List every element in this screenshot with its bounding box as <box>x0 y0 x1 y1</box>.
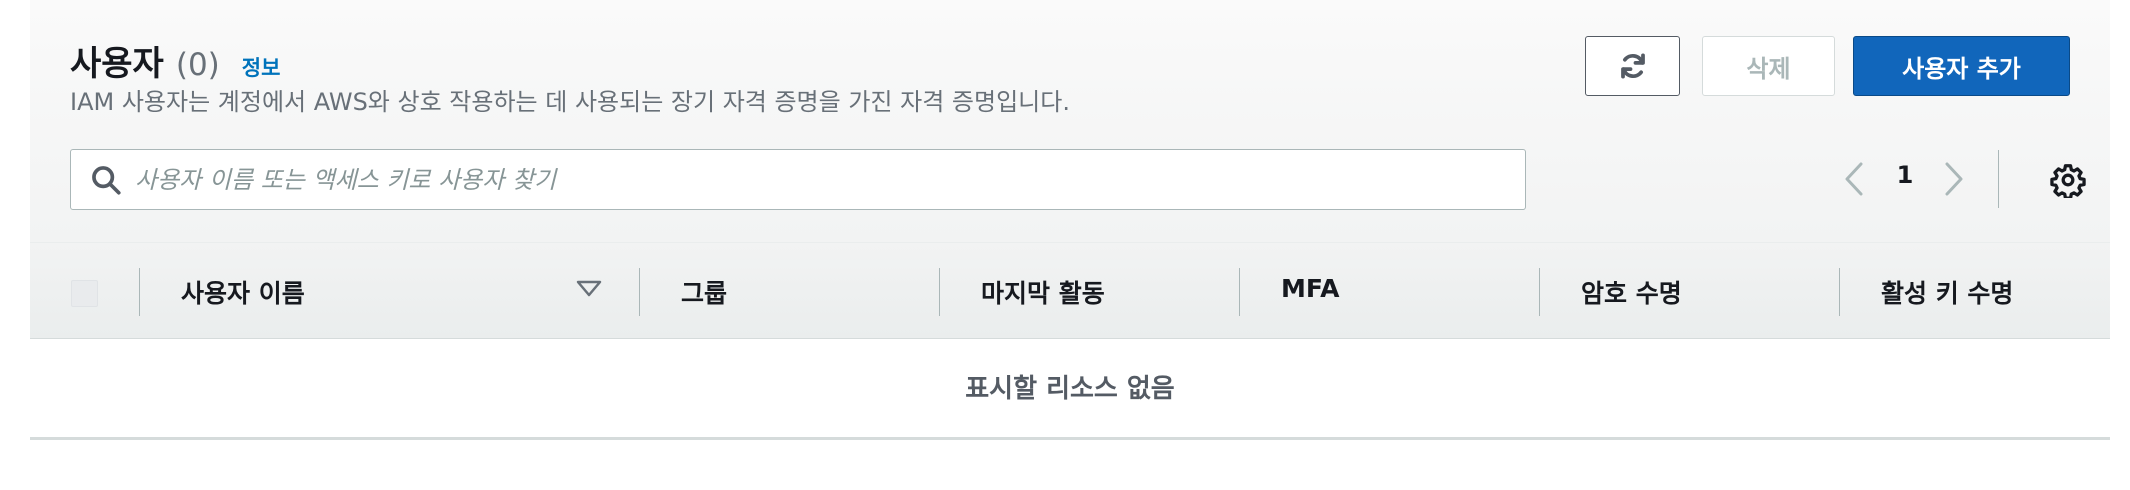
column-separator <box>1239 268 1240 316</box>
column-header-last-activity[interactable]: 마지막 활동 <box>981 274 1105 310</box>
sort-descending-icon[interactable] <box>575 279 603 299</box>
add-user-button[interactable]: 사용자 추가 <box>1853 36 2070 96</box>
column-separator <box>639 268 640 316</box>
table-bottom-border <box>30 437 2110 440</box>
page-description: IAM 사용자는 계정에서 AWS와 상호 작용하는 데 사용되는 장기 자격 … <box>70 88 1070 116</box>
column-header-user-name[interactable]: 사용자 이름 <box>181 274 305 310</box>
column-header-active-key-age[interactable]: 활성 키 수명 <box>1881 274 2013 310</box>
empty-table-message: 표시할 리소스 없음 <box>965 374 1175 404</box>
select-all-checkbox[interactable] <box>71 280 98 307</box>
next-page-button[interactable] <box>1938 159 1970 199</box>
column-header-password-age[interactable]: 암호 수명 <box>1581 274 1682 310</box>
gear-icon <box>2050 162 2086 198</box>
settings-button[interactable] <box>2048 160 2088 200</box>
search-icon <box>89 163 123 197</box>
page-title: 사용자 <box>70 44 164 84</box>
column-separator <box>1539 268 1540 316</box>
column-header-groups[interactable]: 그룹 <box>681 274 727 310</box>
chevron-right-icon <box>1943 161 1965 197</box>
column-header-mfa[interactable]: MFA <box>1281 274 1339 303</box>
page-number[interactable]: 1 <box>1890 161 1920 189</box>
refresh-icon <box>1618 51 1648 81</box>
search-input[interactable] <box>135 150 1525 209</box>
users-panel: 사용자 (0) 정보 IAM 사용자는 계정에서 AWS와 상호 작용하는 데 … <box>30 0 2110 440</box>
title-row: 사용자 (0) 정보 <box>70 36 280 85</box>
user-count: (0) <box>175 47 220 83</box>
column-separator <box>1839 268 1840 316</box>
chevron-left-icon <box>1843 161 1865 197</box>
refresh-button[interactable] <box>1585 36 1680 96</box>
column-separator <box>939 268 940 316</box>
pagination-divider <box>1998 150 1999 208</box>
delete-button[interactable]: 삭제 <box>1702 36 1835 96</box>
search-box <box>70 149 1526 210</box>
column-separator <box>139 268 140 316</box>
table-header: 사용자 이름 그룹 마지막 활동 MFA 암호 수명 활성 키 수명 <box>30 242 2110 339</box>
info-link[interactable]: 정보 <box>242 52 281 82</box>
previous-page-button[interactable] <box>1838 159 1870 199</box>
